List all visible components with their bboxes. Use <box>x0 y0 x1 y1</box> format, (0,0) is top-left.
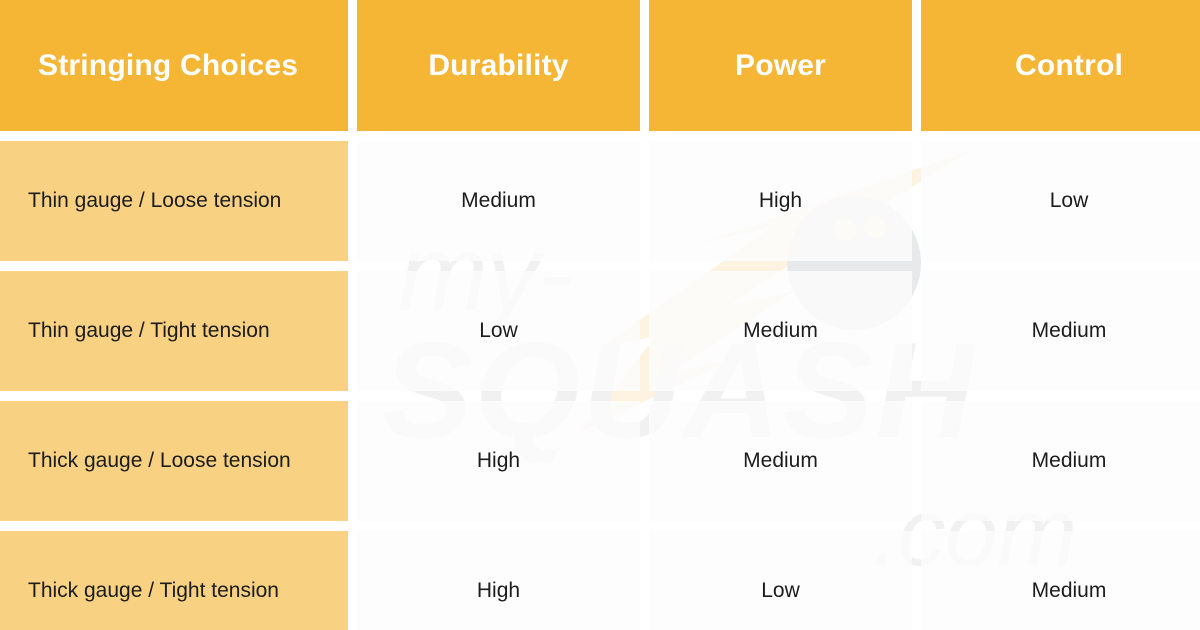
column-header-stringing-choices: Stringing Choices <box>0 0 348 131</box>
cell-control: Low <box>921 141 1200 261</box>
row-label: Thin gauge / Loose tension <box>0 141 348 261</box>
comparison-table-container: my- SQUASH .com Stringing Choices Durabi… <box>0 0 1200 630</box>
cell-control: Medium <box>921 401 1200 521</box>
cell-durability: High <box>357 531 640 630</box>
cell-durability: Medium <box>357 141 640 261</box>
cell-power: Low <box>649 531 912 630</box>
row-label: Thick gauge / Loose tension <box>0 401 348 521</box>
column-header-power: Power <box>649 0 912 131</box>
cell-durability: High <box>357 401 640 521</box>
row-label: Thick gauge / Tight tension <box>0 531 348 630</box>
column-header-durability: Durability <box>357 0 640 131</box>
cell-durability: Low <box>357 271 640 391</box>
column-header-control: Control <box>921 0 1200 131</box>
cell-control: Medium <box>921 531 1200 630</box>
row-label: Thin gauge / Tight tension <box>0 271 348 391</box>
comparison-grid: Stringing Choices Durability Power Contr… <box>0 0 1200 630</box>
cell-power: High <box>649 141 912 261</box>
cell-power: Medium <box>649 401 912 521</box>
cell-power: Medium <box>649 271 912 391</box>
cell-control: Medium <box>921 271 1200 391</box>
